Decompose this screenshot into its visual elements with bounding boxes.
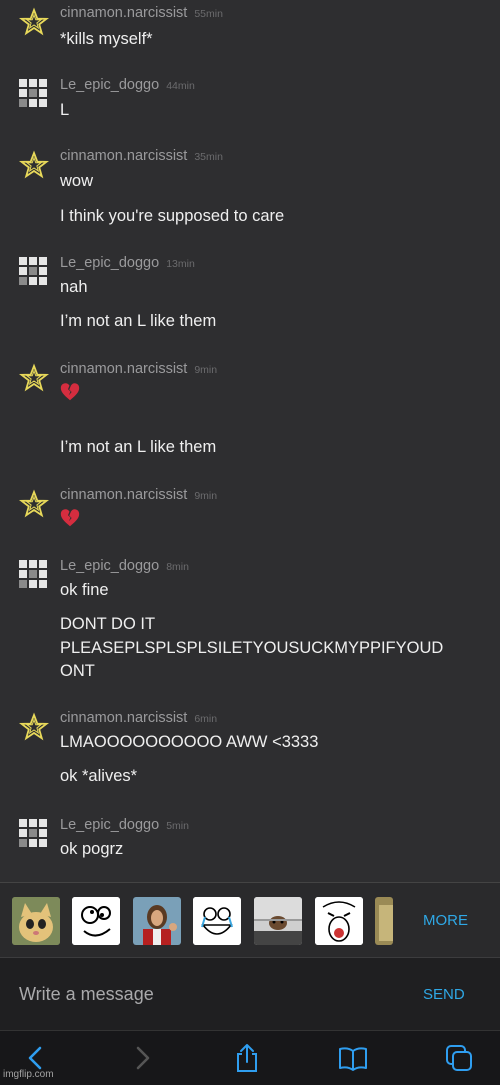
message-input[interactable]: Write a message (19, 984, 154, 1005)
message-text: I’m not an L like them (60, 312, 217, 330)
star-avatar-icon[interactable] (19, 7, 49, 37)
message-text: wow (60, 172, 94, 190)
timestamp: 6min (194, 713, 218, 725)
pixel-avatar-icon[interactable] (19, 79, 49, 109)
timestamp: 35min (194, 151, 223, 163)
message-text: PLEASEPLSPLSPLSILETYOUSUCKMYPPIFYOUD (60, 639, 444, 657)
star-avatar-icon[interactable] (19, 363, 49, 393)
star-avatar-icon[interactable] (19, 489, 49, 519)
send-button[interactable]: SEND (423, 986, 465, 1003)
message-text: *kills myself* (60, 30, 153, 48)
cat-sticker[interactable] (12, 897, 60, 945)
message-text: nah (60, 278, 88, 296)
message-text: ONT (60, 662, 95, 680)
author-name[interactable]: Le_epic_doggo (60, 255, 159, 271)
stickers-more-button[interactable]: MORE (423, 912, 468, 929)
broken-heart-emoji (60, 383, 80, 401)
author-name[interactable]: Le_epic_doggo (60, 77, 159, 93)
star-avatar-icon[interactable] (19, 712, 49, 742)
message-text: I’m not an L like them (60, 438, 217, 456)
star-avatar-icon[interactable] (19, 150, 49, 180)
message-text: DONT DO IT (60, 615, 156, 633)
jesus-sticker[interactable] (133, 897, 181, 945)
partial-sticker[interactable] (375, 897, 393, 945)
timestamp: 8min (166, 561, 189, 573)
message-composer: Write a message SEND (0, 957, 500, 1030)
message-text: ok fine (60, 581, 109, 599)
watermark: imgflip.com (3, 1069, 54, 1080)
ceiling-cat-sticker[interactable] (254, 897, 302, 945)
sticker-strip: MORE (0, 882, 500, 957)
timestamp: 55min (194, 8, 223, 20)
message-text: ok *alives* (60, 767, 138, 785)
author-name[interactable]: Le_epic_doggo (60, 817, 159, 833)
author-name[interactable]: cinnamon.narcissist (60, 148, 187, 164)
timestamp: 13min (166, 258, 195, 270)
share-icon[interactable] (231, 1042, 263, 1074)
timestamp: 5min (166, 820, 189, 832)
bookmarks-icon[interactable] (337, 1042, 369, 1074)
chat-feed: cinnamon.narcissist 55min *kills myself* … (0, 0, 500, 880)
author-name[interactable]: cinnamon.narcissist (60, 487, 187, 503)
message-text: LMAOOOOOOOOOO AWW <3333 (60, 733, 319, 751)
author-name[interactable]: cinnamon.narcissist (60, 5, 187, 21)
message-text: L (60, 101, 70, 119)
author-name[interactable]: cinnamon.narcissist (60, 361, 187, 377)
rage-face-sticker[interactable] (193, 897, 241, 945)
timestamp: 9min (194, 364, 218, 376)
message-text: ok pogrz (60, 840, 124, 858)
browser-toolbar (0, 1030, 500, 1085)
pixel-avatar-icon[interactable] (19, 257, 49, 287)
message-text: I think you're supposed to care (60, 207, 285, 225)
pixel-avatar-icon[interactable] (19, 560, 49, 590)
forward-icon[interactable] (126, 1042, 158, 1074)
derp-sticker[interactable] (72, 897, 120, 945)
timestamp: 9min (194, 490, 218, 502)
tabs-icon[interactable] (443, 1042, 475, 1074)
broken-heart-emoji (60, 509, 80, 527)
author-name[interactable]: Le_epic_doggo (60, 558, 159, 574)
timestamp: 44min (166, 80, 195, 92)
author-name[interactable]: cinnamon.narcissist (60, 710, 187, 726)
pixel-avatar-icon[interactable] (19, 819, 49, 849)
lol-face-sticker[interactable] (315, 897, 363, 945)
